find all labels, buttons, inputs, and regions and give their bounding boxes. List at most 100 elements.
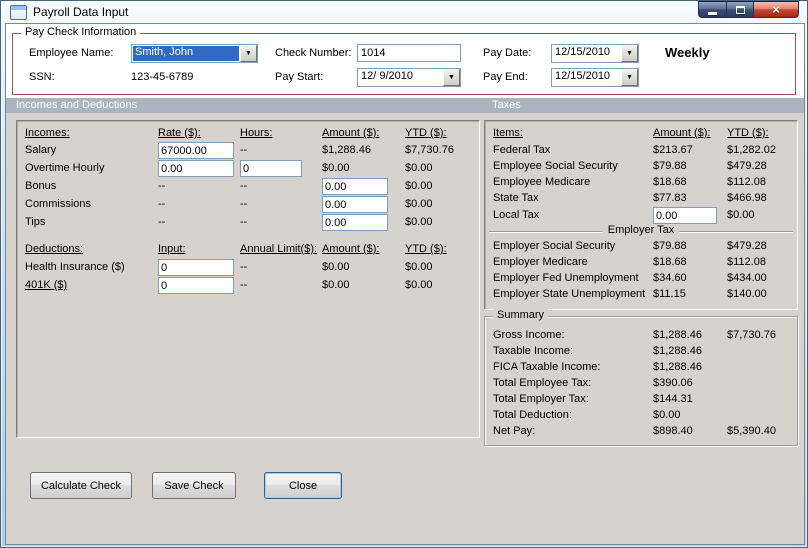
summary-ytd: $7,730.76 xyxy=(727,329,776,341)
deduction-amount: $0.00 xyxy=(322,279,350,291)
minimize-button[interactable] xyxy=(698,1,727,18)
income-amount: $1,288.46 xyxy=(322,144,371,156)
ssn-label: SSN: xyxy=(29,71,55,83)
pay-end-dropdown-button[interactable]: ▼ xyxy=(621,69,638,86)
pay-date-dropdown-button[interactable]: ▼ xyxy=(621,45,638,62)
summary-row: FICA Taxable Income: $1,288.46 xyxy=(485,361,797,377)
tax-row-local: Local Tax $0.00 xyxy=(485,207,797,225)
tax-row: Federal Tax $213.67 $1,282.02 xyxy=(485,144,797,160)
taxes-header-row: Items: Amount ($): YTD ($): xyxy=(485,127,797,143)
salary-rate-input[interactable] xyxy=(158,142,234,159)
chevron-down-icon: ▼ xyxy=(245,50,252,57)
summary-row: Total Employer Tax: $144.31 xyxy=(485,393,797,409)
income-name: Tips xyxy=(25,216,46,228)
save-check-button[interactable]: Save Check xyxy=(152,472,236,499)
local-tax-input[interactable] xyxy=(653,207,717,224)
pay-end-value: 12/15/2010 xyxy=(555,70,611,82)
summary-amount: $1,288.46 xyxy=(653,361,702,373)
summary-amount: $1,288.46 xyxy=(653,329,702,341)
overtime-rate-input[interactable] xyxy=(158,160,234,177)
tax-ytd: $466.98 xyxy=(727,192,767,204)
summary-row: Gross Income: $1,288.46 $7,730.76 xyxy=(485,329,797,345)
paycheck-info-groupbox: Pay Check Information Employee Name: Smi… xyxy=(12,26,796,95)
summary-name: Total Employer Tax: xyxy=(493,393,589,405)
app-window: Payroll Data Input × Pay Check Informati… xyxy=(0,0,808,548)
pay-start-value: 12/ 9/2010 xyxy=(361,70,413,82)
summary-amount: $144.31 xyxy=(653,393,693,405)
pay-end-picker[interactable]: 12/15/2010 ▼ xyxy=(551,68,639,87)
pay-start-picker[interactable]: 12/ 9/2010 ▼ xyxy=(357,68,461,87)
check-number-input[interactable] xyxy=(357,44,461,62)
deduction-401k-link[interactable]: 401K ($) xyxy=(25,279,67,291)
income-name: Overtime Hourly xyxy=(25,162,105,174)
tax-amount: $11.15 xyxy=(653,288,686,300)
employer-tax-legend: Employer Tax xyxy=(602,224,680,236)
deduction-row-health: Health Insurance ($) -- $0.00 $0.00 xyxy=(17,259,479,277)
tax-name: Employee Medicare xyxy=(493,176,591,188)
calculate-check-button[interactable]: Calculate Check xyxy=(30,472,132,499)
tax-row: Employer Social Security $79.88 $479.28 xyxy=(485,240,797,256)
summary-name: Total Employee Tax: xyxy=(493,377,592,389)
income-hours: -- xyxy=(240,198,248,210)
employee-name-combo[interactable]: Smith, John ▼ xyxy=(131,44,258,63)
summary-amount: $1,288.46 xyxy=(653,345,702,357)
tax-name: State Tax xyxy=(493,192,539,204)
deduction-name: Health Insurance ($) xyxy=(25,261,125,273)
col-header: Amount ($): xyxy=(653,127,711,139)
tax-amount: $213.67 xyxy=(653,144,693,156)
employee-name-dropdown-button[interactable]: ▼ xyxy=(240,45,257,62)
close-button[interactable]: Close xyxy=(264,472,342,499)
maximize-button[interactable] xyxy=(727,1,754,18)
tax-ytd: $1,282.02 xyxy=(727,144,776,156)
pay-start-dropdown-button[interactable]: ▼ xyxy=(443,69,460,86)
income-name: Bonus xyxy=(25,180,57,192)
income-hours: -- xyxy=(240,144,248,156)
tax-amount: $79.88 xyxy=(653,160,687,172)
income-rate: -- xyxy=(158,216,166,228)
summary-ytd: $5,390.40 xyxy=(727,425,776,437)
incomes-header-row: Incomes: Rate ($): Hours: Amount ($): YT… xyxy=(17,127,479,143)
income-ytd: $0.00 xyxy=(405,180,433,192)
tax-name: Local Tax xyxy=(493,209,540,221)
tax-ytd: $434.00 xyxy=(727,272,767,284)
pay-date-label: Pay Date: xyxy=(483,47,532,59)
tax-name: Employer State Unemployment xyxy=(493,288,646,300)
summary-amount: $0.00 xyxy=(653,409,681,421)
maximize-icon xyxy=(735,5,745,14)
tax-row: Employer Medicare $18.68 $112.08 xyxy=(485,256,797,272)
tips-amount-input[interactable] xyxy=(322,214,388,231)
deduction-limit: -- xyxy=(240,261,248,273)
overtime-hours-input[interactable] xyxy=(240,160,302,177)
close-window-button[interactable]: × xyxy=(754,1,799,18)
tax-row: Employer State Unemployment $11.15 $140.… xyxy=(485,288,797,304)
pay-date-picker[interactable]: 12/15/2010 ▼ xyxy=(551,44,639,63)
deductions-header-row: Deductions: Input: Annual Limit($): Amou… xyxy=(17,243,479,259)
deduction-amount: $0.00 xyxy=(322,261,350,273)
tax-ytd: $112.08 xyxy=(727,176,766,188)
section-header-strip: Incomes and Deductions Taxes xyxy=(6,98,804,113)
income-name: Commissions xyxy=(25,198,92,210)
tax-amount: $79.88 xyxy=(653,240,687,252)
summary-name: Gross Income: xyxy=(493,329,565,341)
deduction-row-401k: 401K ($) -- $0.00 $0.00 xyxy=(17,277,479,295)
pay-end-label: Pay End: xyxy=(483,71,528,83)
title-bar[interactable]: Payroll Data Input xyxy=(1,1,807,23)
401k-input[interactable] xyxy=(158,277,234,294)
employee-name-label: Employee Name: xyxy=(29,47,114,59)
income-ytd: $0.00 xyxy=(405,198,433,210)
summary-name: FICA Taxable Income: xyxy=(493,361,601,373)
tax-amount: $18.68 xyxy=(653,176,687,188)
income-ytd: $7,730.76 xyxy=(405,144,454,156)
income-hours: -- xyxy=(240,180,248,192)
incomes-deductions-panel: Incomes: Rate ($): Hours: Amount ($): YT… xyxy=(16,120,480,438)
income-rate: -- xyxy=(158,180,166,192)
col-header: Input: xyxy=(158,243,186,255)
deduction-ytd: $0.00 xyxy=(405,279,433,291)
paycheck-info-legend: Pay Check Information xyxy=(21,26,141,38)
employee-name-value: Smith, John xyxy=(133,46,239,61)
tax-amount: $18.68 xyxy=(653,256,687,268)
tax-amount: $77.83 xyxy=(653,192,687,204)
health-insurance-input[interactable] xyxy=(158,259,234,276)
bonus-amount-input[interactable] xyxy=(322,178,388,195)
commissions-amount-input[interactable] xyxy=(322,196,388,213)
